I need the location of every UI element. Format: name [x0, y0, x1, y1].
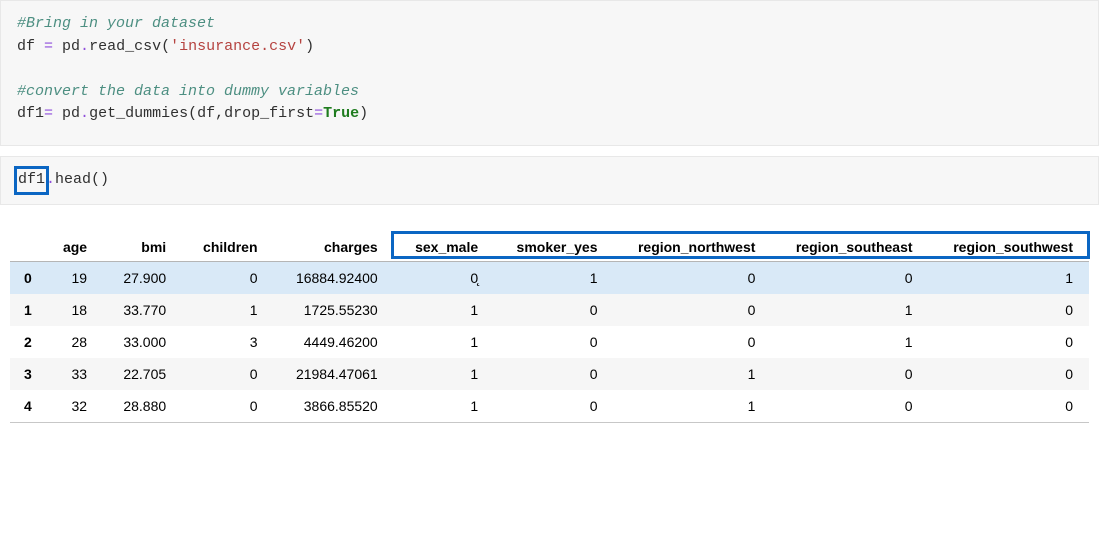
- code-text: read_csv(: [89, 38, 170, 55]
- table-cell: 0: [614, 294, 772, 326]
- table-cell: 1: [771, 294, 928, 326]
- table-cell: 1725.55230: [274, 294, 394, 326]
- code-string: 'insurance.csv': [170, 38, 305, 55]
- table-cell: 28: [44, 326, 103, 358]
- table-row: 01927.900016884.924000̨1001: [10, 261, 1089, 294]
- table-column-header: children: [182, 231, 273, 262]
- code-text: pd: [53, 105, 80, 122]
- code-text: df1: [18, 171, 45, 188]
- code-operator: =: [314, 105, 323, 122]
- table-cell: 33: [44, 358, 103, 390]
- table-cell: 32: [44, 390, 103, 422]
- table-cell: 19: [44, 261, 103, 294]
- dataframe-output: agebmichildrenchargessex_malesmoker_yesr…: [0, 211, 1099, 423]
- table-cell: 0: [494, 326, 613, 358]
- table-cell: 3: [182, 326, 273, 358]
- code-operator: .: [46, 171, 55, 188]
- table-row-index: 2: [10, 326, 44, 358]
- code-comment: #Bring in your dataset: [17, 15, 215, 32]
- table-cell: 1: [614, 390, 772, 422]
- table-cell: 0: [614, 261, 772, 294]
- table-cell: 0: [929, 326, 1089, 358]
- table-column-header: smoker_yes: [494, 231, 613, 262]
- table-cell: 21984.47061: [274, 358, 394, 390]
- table-row: 22833.00034449.4620010010: [10, 326, 1089, 358]
- code-text: head(): [55, 171, 109, 188]
- table-column-header: charges: [274, 231, 394, 262]
- table-column-header: region_southwest: [929, 231, 1089, 262]
- table-cell: 1: [929, 261, 1089, 294]
- table-cell: 1: [394, 358, 494, 390]
- code-text: df1: [17, 105, 44, 122]
- table-row-index: 1: [10, 294, 44, 326]
- table-cell: 0: [182, 390, 273, 422]
- table-cell: 0: [494, 294, 613, 326]
- table-cell: 0: [771, 358, 928, 390]
- table-cell: 0: [182, 261, 273, 294]
- table-row-index: 3: [10, 358, 44, 390]
- code-text: ): [305, 38, 314, 55]
- table-cell: 0: [182, 358, 273, 390]
- table-cell: 0: [929, 390, 1089, 422]
- table-cell: 1: [394, 326, 494, 358]
- table-cell: 1: [614, 358, 772, 390]
- code-text: pd: [53, 38, 80, 55]
- code-text: get_dummies(df,drop_first: [89, 105, 314, 122]
- dataframe-table: agebmichildrenchargessex_malesmoker_yesr…: [10, 231, 1089, 422]
- code-text: df: [17, 38, 44, 55]
- table-cell: 27.900: [103, 261, 182, 294]
- table-row: 11833.77011725.5523010010: [10, 294, 1089, 326]
- code-keyword: True: [323, 105, 359, 122]
- table-column-header: bmi: [103, 231, 182, 262]
- table-header-row: agebmichildrenchargessex_malesmoker_yesr…: [10, 231, 1089, 262]
- table-cell: 33.770: [103, 294, 182, 326]
- table-cell: 0: [929, 294, 1089, 326]
- table-cell: 1: [182, 294, 273, 326]
- table-cell: 0: [614, 326, 772, 358]
- table-column-header: sex_male: [394, 231, 494, 262]
- table-cell: 4449.46200: [274, 326, 394, 358]
- table-cell: 22.705: [103, 358, 182, 390]
- code-operator: .: [80, 38, 89, 55]
- table-cell: 0: [494, 358, 613, 390]
- table-column-header: age: [44, 231, 103, 262]
- table-row-index: 0: [10, 261, 44, 294]
- table-index-header: [10, 231, 44, 262]
- code-cell-1[interactable]: #Bring in your dataset df = pd.read_csv(…: [0, 0, 1099, 146]
- table-cell: 33.000: [103, 326, 182, 358]
- table-cell: 0: [494, 390, 613, 422]
- code-operator: .: [80, 105, 89, 122]
- table-cell: 1: [494, 261, 613, 294]
- table-cell: 1: [394, 390, 494, 422]
- table-cell: 16884.92400: [274, 261, 394, 294]
- code-cell-2[interactable]: df1.head(): [0, 156, 1099, 205]
- table-cell: 1: [394, 294, 494, 326]
- table-column-header: region_southeast: [771, 231, 928, 262]
- code-comment: #convert the data into dummy variables: [17, 83, 359, 100]
- code-operator: =: [44, 105, 53, 122]
- table-row: 33322.705021984.4706110100: [10, 358, 1089, 390]
- table-cell: 28.880: [103, 390, 182, 422]
- table-cell: 1: [771, 326, 928, 358]
- code-text: ): [359, 105, 368, 122]
- table-cell: 0: [771, 390, 928, 422]
- code-operator: =: [44, 38, 53, 55]
- table-cell: 0: [771, 261, 928, 294]
- table-cell: 3866.85520: [274, 390, 394, 422]
- table-cell: 0: [929, 358, 1089, 390]
- table-cell: 0̨: [394, 261, 494, 294]
- table-cell: 18: [44, 294, 103, 326]
- table-row-index: 4: [10, 390, 44, 422]
- df1-highlight-box: df1: [17, 169, 46, 192]
- table-column-header: region_northwest: [614, 231, 772, 262]
- table-row: 43228.88003866.8552010100: [10, 390, 1089, 422]
